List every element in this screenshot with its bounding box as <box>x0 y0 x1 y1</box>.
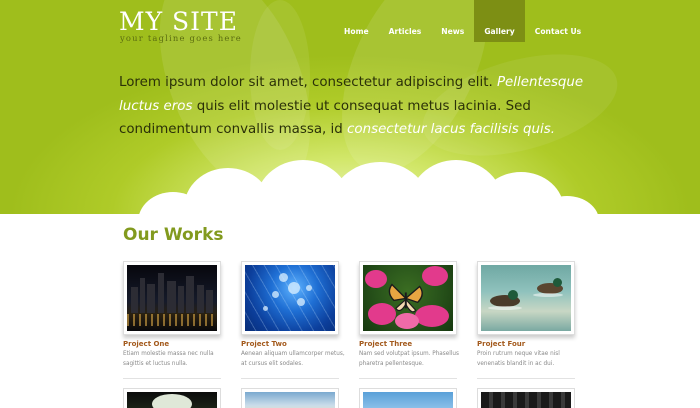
intro-text: Lorem ipsum dolor sit amet, consectetur … <box>119 71 589 142</box>
nav-news[interactable]: News <box>431 0 474 42</box>
project-title[interactable]: Project Two <box>241 340 287 348</box>
cloud-shape <box>160 204 590 214</box>
row-divider <box>123 378 221 379</box>
water-drops-image <box>245 265 335 331</box>
project-thumbnail[interactable] <box>477 261 575 335</box>
works-heading: Our Works <box>123 225 224 245</box>
chairs-image <box>481 392 571 408</box>
project-title[interactable]: Project Three <box>359 340 412 348</box>
project-thumbnail[interactable] <box>241 388 339 408</box>
sky-image <box>363 392 453 408</box>
flower-image <box>127 392 217 408</box>
intro-text-part: Lorem ipsum dolor sit amet, consectetur … <box>119 75 497 90</box>
project-thumbnail[interactable] <box>241 261 339 335</box>
nav-articles[interactable]: Articles <box>379 0 432 42</box>
site-logo[interactable]: MY SITE <box>119 7 238 36</box>
project-thumbnail[interactable] <box>123 388 221 408</box>
project-description: Etiam molestie massa nec nulla sagittis … <box>123 351 214 367</box>
project-description: Aenean aliquam ullamcorper metus, at cur… <box>241 351 345 367</box>
project-thumbnail[interactable] <box>359 388 457 408</box>
main-nav: Home Articles News Gallery Contact Us <box>334 0 591 42</box>
city-night-image <box>127 265 217 331</box>
project-description: Proin rutrum neque vitae nisl venenatis … <box>477 351 560 367</box>
butterfly-image <box>363 265 453 331</box>
project-title[interactable]: Project Four <box>477 340 525 348</box>
ducks-image <box>481 265 571 331</box>
project-thumbnail[interactable] <box>359 261 457 335</box>
site-tagline: your tagline goes here <box>120 33 242 43</box>
project-description: Nam sed volutpat ipsum. Phasellus pharet… <box>359 351 459 367</box>
project-thumbnail[interactable] <box>123 261 221 335</box>
project-title[interactable]: Project One <box>123 340 169 348</box>
row-divider <box>359 378 457 379</box>
hero-banner: MY SITE your tagline goes here Home Arti… <box>0 0 700 214</box>
nav-home[interactable]: Home <box>334 0 379 42</box>
butterfly-icon <box>389 283 424 312</box>
nav-gallery[interactable]: Gallery <box>474 0 525 42</box>
landscape-image <box>245 392 335 408</box>
row-divider <box>241 378 339 379</box>
project-thumbnail[interactable] <box>477 388 575 408</box>
row-divider <box>477 378 575 379</box>
nav-contact-us[interactable]: Contact Us <box>525 0 591 42</box>
intro-highlight: consectetur lacus facilisis quis. <box>347 122 555 137</box>
